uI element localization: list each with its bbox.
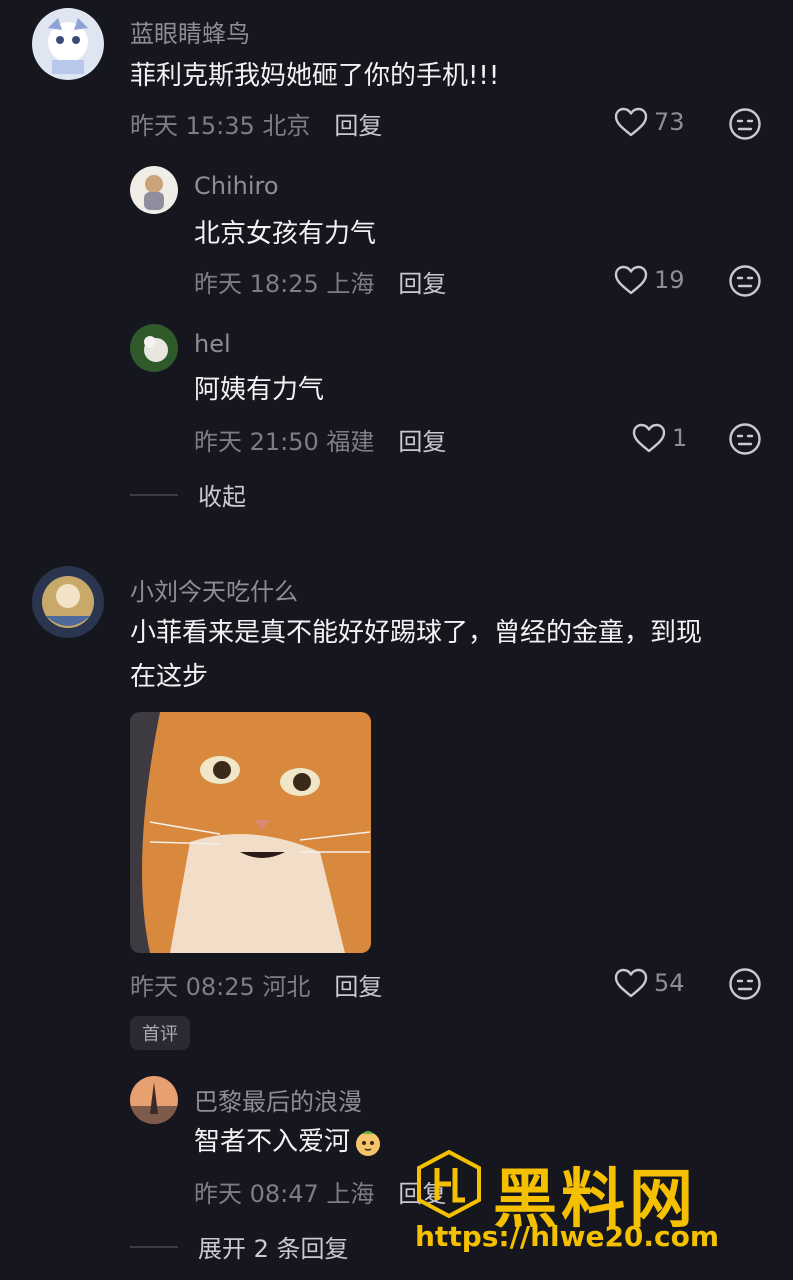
dislike-button[interactable] [728, 422, 762, 456]
heart-icon [632, 423, 666, 453]
unhappy-face-icon [729, 265, 761, 297]
comment-time-location: 昨天 15:35 北京 [130, 112, 311, 140]
comment-text: 菲利克斯我妈她砸了你的手机!!! [130, 61, 500, 91]
like-count: 73 [654, 108, 685, 136]
dislike-button[interactable] [728, 264, 762, 298]
like-count: 19 [654, 266, 685, 294]
comment-time-location: 昨天 08:25 河北 [130, 973, 311, 1001]
first-comment-badge: 首评 [130, 1016, 190, 1050]
avatar[interactable] [32, 566, 104, 638]
avatar[interactable] [130, 166, 178, 214]
comment-author[interactable]: 小刘今天吃什么 [130, 572, 298, 607]
reply-text: 阿姨有力气 [194, 375, 325, 405]
dislike-button[interactable] [728, 967, 762, 1001]
reply-button[interactable]: 回复 [334, 106, 382, 141]
reply-time-location: 昨天 21:50 福建 [194, 428, 375, 456]
reply-meta: 昨天 18:25 上海 回复 [194, 264, 446, 299]
unhappy-face-icon [729, 968, 761, 1000]
reply-text: 智者不入爱河 [194, 1127, 351, 1157]
reply-author[interactable]: Chihiro [194, 172, 279, 200]
reply-author[interactable]: hel [194, 330, 231, 358]
expand-replies-button[interactable]: 展开 2 条回复 [130, 1229, 349, 1264]
reply-time-location: 昨天 18:25 上海 [194, 270, 375, 298]
reply-meta: 昨天 08:47 上海 回复 [194, 1174, 446, 1209]
reply-text-row: 智者不入爱河 [194, 1120, 384, 1164]
peach-emoji-icon [352, 1126, 384, 1158]
reply-time-location: 昨天 08:47 上海 [194, 1180, 375, 1208]
watermark: 黑料网 https://hlwe20.com [415, 1148, 755, 1258]
dislike-button[interactable] [728, 107, 762, 141]
reply-button[interactable]: 回复 [398, 264, 446, 299]
reply-meta: 昨天 21:50 福建 回复 [194, 422, 446, 457]
watermark-logo-icon [415, 1149, 483, 1219]
comment-text-line-2: 在这步 [130, 662, 209, 692]
reply-button[interactable]: 回复 [398, 422, 446, 457]
comment-text-line-1: 小菲看来是真不能好好踢球了，曾经的金童，到现 [130, 618, 703, 648]
like-button[interactable]: 54 [614, 968, 685, 998]
unhappy-face-icon [729, 423, 761, 455]
reply-text: 北京女孩有力气 [194, 219, 377, 249]
comment-meta: 昨天 08:25 河北 回复 [130, 967, 382, 1002]
avatar[interactable] [130, 324, 178, 372]
like-button[interactable]: 19 [614, 265, 685, 295]
like-button[interactable]: 73 [614, 107, 685, 137]
heart-icon [614, 968, 648, 998]
watermark-url: https://hlwe20.com [415, 1220, 720, 1253]
collapse-replies-button[interactable]: 收起 [130, 477, 246, 512]
divider-line [130, 493, 178, 496]
heart-icon [614, 265, 648, 295]
unhappy-face-icon [729, 108, 761, 140]
avatar[interactable] [32, 8, 104, 80]
comment-meta: 昨天 15:35 北京 回复 [130, 106, 382, 141]
expand-label: 展开 2 条回复 [198, 1235, 349, 1263]
reply-author[interactable]: 巴黎最后的浪漫 [194, 1082, 362, 1117]
avatar[interactable] [130, 1076, 178, 1124]
collapse-label: 收起 [198, 483, 246, 511]
like-count: 1 [672, 424, 688, 452]
divider-line [130, 1245, 178, 1248]
comment-image[interactable] [130, 712, 371, 953]
like-count: 54 [654, 969, 685, 997]
comment-author[interactable]: 蓝眼睛蜂鸟 [130, 14, 250, 49]
heart-icon [614, 107, 648, 137]
like-button[interactable]: 1 [632, 423, 687, 453]
reply-button[interactable]: 回复 [334, 967, 382, 1002]
